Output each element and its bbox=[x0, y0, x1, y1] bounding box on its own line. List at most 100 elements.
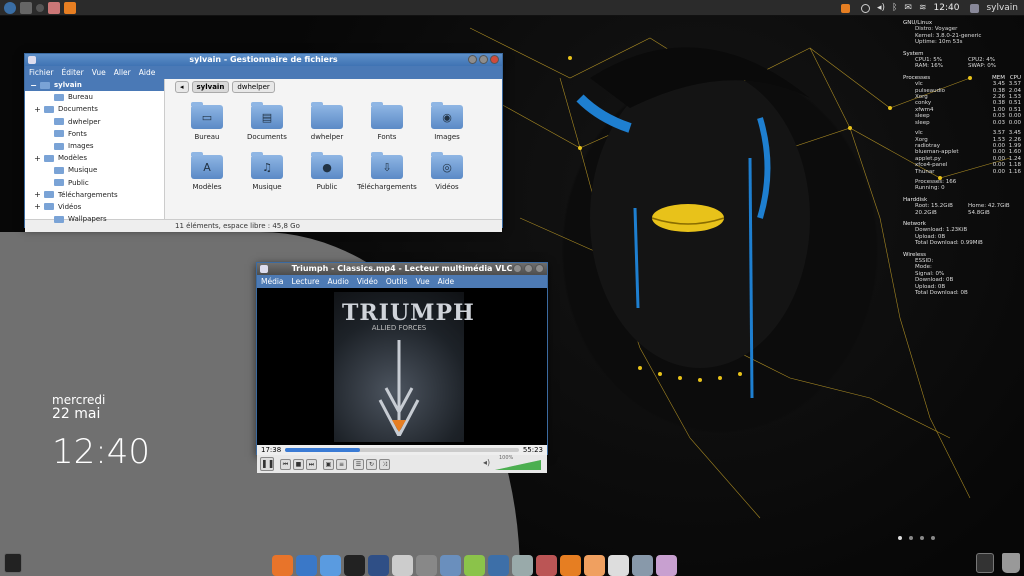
volume-icon[interactable]: ◂) bbox=[877, 3, 885, 13]
panel-username[interactable]: sylvain bbox=[986, 3, 1018, 13]
minimize-button[interactable] bbox=[513, 264, 522, 273]
notes-icon[interactable] bbox=[392, 555, 413, 576]
expander-icon[interactable]: − bbox=[29, 81, 38, 90]
file-item[interactable]: ◎ Vidéos bbox=[417, 152, 477, 191]
vlc-icon[interactable] bbox=[560, 555, 581, 576]
file-item[interactable]: Fonts bbox=[357, 102, 417, 141]
menu-audio[interactable]: Audio bbox=[328, 277, 349, 286]
sidebar-item-fonts[interactable]: Fonts bbox=[25, 128, 164, 140]
menu-lecture[interactable]: Lecture bbox=[292, 277, 320, 286]
menu-media[interactable]: Média bbox=[261, 277, 284, 286]
menu-aller[interactable]: Aller bbox=[114, 68, 131, 77]
window-menu-icon[interactable] bbox=[260, 265, 268, 273]
minimize-button[interactable] bbox=[468, 55, 477, 64]
record-icon[interactable] bbox=[36, 3, 44, 12]
menu-vue[interactable]: Vue bbox=[92, 68, 106, 77]
back-button[interactable]: ◂ bbox=[175, 81, 189, 93]
menu-outils[interactable]: Outils bbox=[386, 277, 408, 286]
fullscreen-button[interactable]: ▣ bbox=[323, 458, 334, 470]
maximize-button[interactable] bbox=[524, 264, 533, 273]
menu-video[interactable]: Vidéo bbox=[357, 277, 378, 286]
sidebar-item-musique[interactable]: Musique bbox=[25, 164, 164, 176]
playlist-button[interactable]: ☰ bbox=[353, 458, 364, 470]
workspace-dot[interactable] bbox=[909, 536, 913, 540]
bluetooth-icon[interactable]: ᛒ bbox=[892, 3, 897, 13]
file-item[interactable]: ◉ Images bbox=[417, 102, 477, 141]
burn-icon[interactable] bbox=[584, 555, 605, 576]
file-item[interactable]: A Modèles bbox=[177, 152, 237, 191]
home-icon[interactable] bbox=[48, 1, 60, 14]
vlc-launcher-icon[interactable] bbox=[64, 1, 76, 14]
panel-clock[interactable]: 12:40 bbox=[934, 3, 960, 13]
vlc-tray-icon[interactable] bbox=[840, 3, 850, 13]
sidebar-item-sylvain[interactable]: − sylvain bbox=[25, 79, 164, 92]
close-button[interactable] bbox=[535, 264, 544, 273]
extended-settings-button[interactable]: ≡ bbox=[336, 458, 347, 470]
file-manager-titlebar[interactable]: sylvain - Gestionnaire de fichiers bbox=[25, 54, 502, 66]
window-menu-icon[interactable] bbox=[28, 56, 36, 64]
install-icon[interactable] bbox=[656, 555, 677, 576]
next-button[interactable]: ⏭ bbox=[306, 458, 317, 470]
user-avatar[interactable] bbox=[970, 3, 980, 13]
file-item[interactable]: ⇩ Téléchargements bbox=[357, 152, 417, 191]
forward-icon[interactable] bbox=[20, 1, 32, 14]
search-icon[interactable] bbox=[860, 3, 870, 13]
video-capture-icon[interactable] bbox=[536, 555, 557, 576]
workspace-dot[interactable] bbox=[931, 536, 935, 540]
file-item[interactable]: ▭ Bureau bbox=[177, 102, 237, 141]
image-viewer-icon[interactable] bbox=[488, 555, 509, 576]
menu-fichier[interactable]: Fichier bbox=[29, 68, 54, 77]
loop-button[interactable]: ↻ bbox=[366, 458, 377, 470]
sidebar-item-wallpapers[interactable]: Wallpapers bbox=[25, 213, 164, 225]
users-icon[interactable] bbox=[320, 555, 341, 576]
seek-slider[interactable] bbox=[285, 448, 519, 452]
previous-button[interactable]: ⏮ bbox=[280, 458, 291, 470]
menu-aide[interactable]: Aide bbox=[139, 68, 156, 77]
file-item[interactable]: ▤ Documents bbox=[237, 102, 297, 141]
trash-icon[interactable] bbox=[1002, 553, 1020, 573]
file-manager-icon[interactable] bbox=[440, 555, 461, 576]
workspace-dot[interactable] bbox=[898, 536, 902, 540]
expander-icon[interactable]: + bbox=[33, 190, 42, 199]
pause-button[interactable]: ❚❚ bbox=[260, 457, 274, 471]
mail-icon[interactable]: ✉ bbox=[904, 3, 912, 13]
sidebar-item-bureau[interactable]: Bureau bbox=[25, 91, 164, 103]
expander-icon[interactable]: + bbox=[33, 154, 42, 163]
sidebar-item-videos[interactable]: + Vidéos bbox=[25, 201, 164, 213]
thunderbird-icon[interactable] bbox=[296, 555, 317, 576]
text-editor-icon[interactable] bbox=[368, 555, 389, 576]
volume-slider[interactable]: ◂) 100% bbox=[483, 455, 541, 470]
terminal-icon[interactable] bbox=[344, 555, 365, 576]
breadcrumb-dwhelper[interactable]: dwhelper bbox=[232, 81, 275, 93]
shuffle-button[interactable]: ⤨ bbox=[379, 458, 390, 470]
file-item[interactable]: ● Public bbox=[297, 152, 357, 191]
menu-aide[interactable]: Aide bbox=[438, 277, 455, 286]
disc-icon[interactable] bbox=[608, 555, 629, 576]
firefox-icon[interactable] bbox=[272, 555, 293, 576]
sidebar-item-images[interactable]: Images bbox=[25, 140, 164, 152]
screenshot-icon[interactable] bbox=[416, 555, 437, 576]
menu-icon[interactable] bbox=[4, 1, 16, 14]
wifi-icon[interactable]: ≋ bbox=[919, 3, 927, 13]
sidebar-item-telechargements[interactable]: + Téléchargements bbox=[25, 189, 164, 201]
applications-icon[interactable] bbox=[976, 553, 994, 573]
settings-icon[interactable] bbox=[632, 555, 653, 576]
expander-icon[interactable]: + bbox=[33, 105, 42, 114]
file-item[interactable]: ♫ Musique bbox=[237, 152, 297, 191]
workspace-dot[interactable] bbox=[920, 536, 924, 540]
search-icon[interactable] bbox=[512, 555, 533, 576]
sidebar-item-modeles[interactable]: + Modèles bbox=[25, 152, 164, 164]
stop-button[interactable]: ■ bbox=[293, 458, 304, 470]
menu-editer[interactable]: Éditer bbox=[62, 68, 84, 77]
sidebar-item-dwhelper[interactable]: dwhelper bbox=[25, 116, 164, 128]
close-button[interactable] bbox=[490, 55, 499, 64]
download-icon[interactable] bbox=[464, 555, 485, 576]
sidebar-item-documents[interactable]: + Documents bbox=[25, 103, 164, 115]
file-item[interactable]: dwhelper bbox=[297, 102, 357, 141]
vlc-titlebar[interactable]: Triumph - Classics.mp4 - Lecteur multimé… bbox=[257, 263, 547, 275]
video-area[interactable]: TRIUMPH ALLIED FORCES bbox=[257, 288, 547, 445]
expander-icon[interactable]: + bbox=[33, 202, 42, 211]
maximize-button[interactable] bbox=[479, 55, 488, 64]
menu-vue[interactable]: Vue bbox=[416, 277, 430, 286]
sidebar-item-public[interactable]: Public bbox=[25, 177, 164, 189]
